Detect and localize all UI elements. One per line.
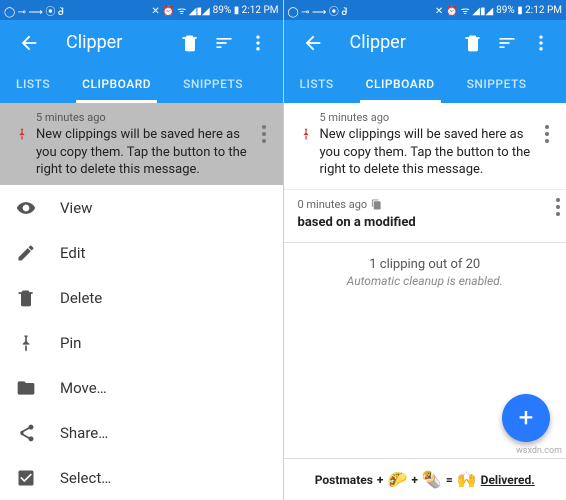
menu-select[interactable]: Select…	[0, 455, 283, 500]
ad-brand: Postmates	[315, 473, 373, 487]
context-menu: View Edit Delete Pin Move… Share… Select…	[0, 185, 283, 500]
praise-icon: 🙌	[457, 470, 477, 489]
pinned-clip[interactable]: 5 minutes ago New clippings will be save…	[0, 103, 283, 185]
clipboard-icon	[371, 199, 382, 210]
menu-delete[interactable]: Delete	[0, 275, 283, 320]
screen-right: ◯ ⊸ ⟶ ⦿ ᑯ̀ ✕ ⏰ ᯤ ◢▮◢89% ▮ 2:12 PM Clippe…	[284, 0, 566, 500]
clip-timestamp: 5 minutes ago	[320, 111, 535, 124]
ad-banner[interactable]: Postmates + 🌮 + 🌯 = 🙌 Delivered.	[284, 458, 566, 500]
status-bar: ◯ ⊸ ⟶ ⦿ ᑯ̀ ✕ ⏰ ᯤ ◢▮◢89% ▮ 2:12 PM	[284, 0, 566, 20]
more-button[interactable]	[524, 23, 558, 63]
burrito-icon: 🌯	[422, 470, 442, 489]
menu-edit[interactable]: Edit	[0, 230, 283, 275]
folder-icon	[16, 378, 36, 398]
menu-share[interactable]: Share…	[0, 410, 283, 455]
clip-item[interactable]: 0 minutes ago based on a modified	[284, 190, 566, 242]
pencil-icon	[16, 243, 36, 263]
checkbox-icon	[16, 468, 36, 488]
app-title: Clipper	[350, 32, 457, 53]
tab-lists[interactable]: LISTS	[0, 65, 66, 103]
tab-clipboard[interactable]: CLIPBOARD	[350, 65, 451, 103]
sort-button[interactable]	[207, 23, 241, 63]
app-title: Clipper	[66, 32, 173, 53]
summary-count: 1 clipping out of 20	[284, 257, 566, 272]
delete-button[interactable]	[456, 23, 490, 63]
pin-icon	[16, 333, 36, 353]
watermark: wsxdn.com	[516, 446, 562, 456]
status-bar: ◯ ⊸ ⟶ ⦿ ᑯ̀ ✕ ⏰ ᯤ ◢▮◢89% ▮ 2:12 PM	[0, 0, 283, 20]
pinned-clip[interactable]: 5 minutes ago New clippings will be save…	[284, 103, 566, 190]
clip-menu-button[interactable]	[251, 111, 277, 143]
tab-clipboard[interactable]: CLIPBOARD	[66, 65, 167, 103]
clip-menu-button[interactable]	[534, 111, 560, 143]
more-button[interactable]	[241, 23, 275, 63]
app-bar: Clipper	[0, 20, 283, 65]
ad-text: Delivered.	[481, 473, 535, 487]
list-summary: 1 clipping out of 20 Automatic cleanup i…	[284, 242, 566, 292]
back-button[interactable]	[12, 23, 46, 63]
tabs: LISTS CLIPBOARD SNIPPETS	[0, 65, 283, 103]
clip-timestamp: 0 minutes ago	[298, 198, 557, 211]
screen-left: ◯ ⊸ ⟶ ⦿ ᑯ̀ ✕ ⏰ ᯤ ◢▮◢89% ▮ 2:12 PM Clippe…	[0, 0, 283, 500]
summary-note: Automatic cleanup is enabled.	[284, 274, 566, 288]
pin-icon	[299, 127, 313, 141]
add-fab[interactable]: +	[502, 394, 550, 442]
menu-pin[interactable]: Pin	[0, 320, 283, 365]
menu-move[interactable]: Move…	[0, 365, 283, 410]
tab-snippets[interactable]: SNIPPETS	[167, 65, 259, 103]
clip-timestamp: 5 minutes ago	[36, 111, 251, 124]
eye-icon	[16, 198, 36, 218]
pin-icon	[15, 127, 29, 141]
clip-body: based on a modified	[298, 215, 557, 230]
sort-button[interactable]	[490, 23, 524, 63]
tabs: LISTS CLIPBOARD SNIPPETS	[284, 65, 566, 103]
clip-body: New clippings will be saved here as you …	[36, 126, 251, 179]
clip-body: New clippings will be saved here as you …	[320, 126, 535, 179]
tab-lists[interactable]: LISTS	[284, 65, 350, 103]
delete-button[interactable]	[173, 23, 207, 63]
app-bar: Clipper	[284, 20, 566, 65]
share-icon	[16, 423, 36, 443]
back-button[interactable]	[296, 23, 330, 63]
clip-list-dimmed: 5 minutes ago New clippings will be save…	[0, 103, 283, 185]
menu-view[interactable]: View	[0, 185, 283, 230]
clip-menu-button[interactable]	[556, 198, 560, 216]
trash-icon	[16, 288, 36, 308]
taco-icon: 🌮	[387, 470, 407, 489]
tab-snippets[interactable]: SNIPPETS	[451, 65, 543, 103]
